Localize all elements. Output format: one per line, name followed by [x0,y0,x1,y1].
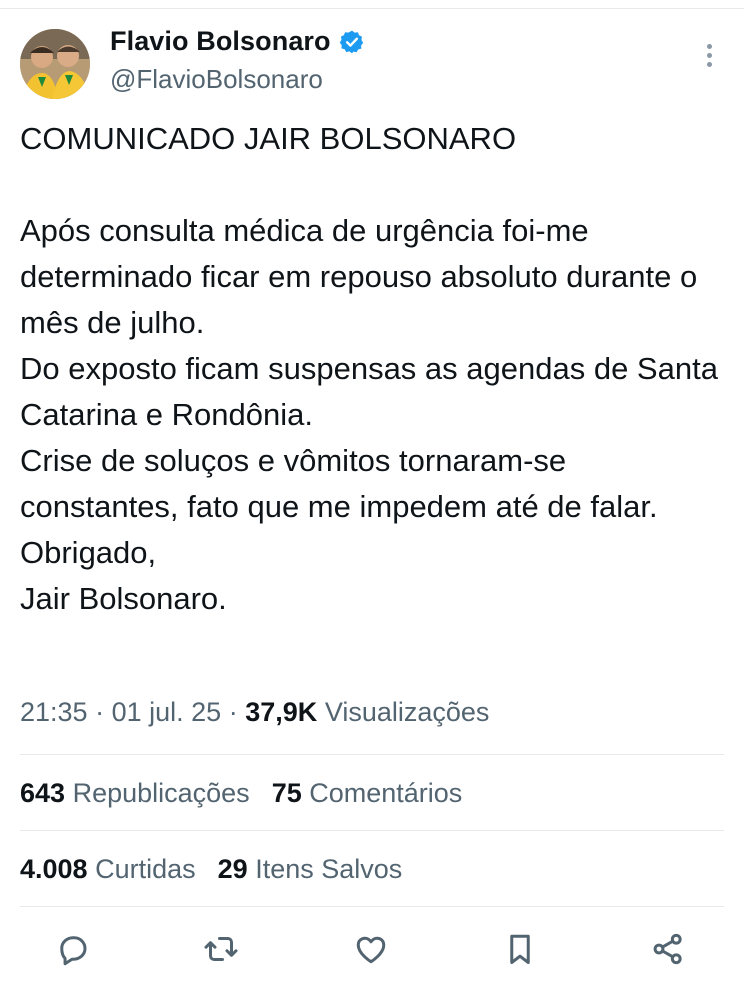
top-divider [0,8,744,9]
reposts-label: Republicações [72,778,250,808]
tweet-time[interactable]: 21:35 [20,697,88,727]
views-label: Visualizações [324,697,490,727]
likes-label: Curtidas [95,854,196,884]
stats-row-shares: 643 Republicações 75 Comentários [20,778,462,809]
reply-icon[interactable] [51,924,95,974]
divider [20,754,724,755]
meta-separator: · [228,697,238,727]
verified-badge-icon [339,30,363,53]
divider [20,830,724,831]
reposts-count: 643 [20,778,66,808]
saves-count: 29 [217,854,248,884]
author-name-row[interactable]: Flavio Bolsonaro [110,26,365,57]
tweet-date[interactable]: 01 jul. 25 [112,697,222,727]
author-handle[interactable]: @FlavioBolsonaro [110,64,323,95]
action-bar [0,924,744,976]
tweet-text: COMUNICADO JAIR BOLSONARO Após consulta … [20,121,718,616]
share-icon[interactable] [646,924,690,974]
likes-count: 4.008 [20,854,88,884]
saves-stat[interactable]: 29 Itens Salvos [218,854,403,884]
saves-label: Itens Salvos [255,854,403,884]
reposts-stat[interactable]: 643 Republicações [20,778,250,808]
bookmark-icon[interactable] [498,924,542,974]
like-icon[interactable] [349,924,393,974]
stats-row-likes: 4.008 Curtidas 29 Itens Salvos [20,854,402,885]
meta-separator: · [95,697,105,727]
views-count: 37,9K [245,697,318,727]
comments-label: Comentários [309,778,463,808]
tweet-meta: 21:35 · 01 jul. 25 · 37,9K Visualizações [20,697,489,728]
likes-stat[interactable]: 4.008 Curtidas [20,854,196,884]
comments-stat[interactable]: 75 Comentários [272,778,463,808]
divider [20,906,724,907]
repost-icon[interactable] [199,924,243,974]
author-name[interactable]: Flavio Bolsonaro [110,26,331,57]
more-options-icon[interactable] [700,44,718,74]
comments-count: 75 [271,778,302,808]
avatar[interactable] [20,29,90,99]
avatar-photo [20,29,90,99]
